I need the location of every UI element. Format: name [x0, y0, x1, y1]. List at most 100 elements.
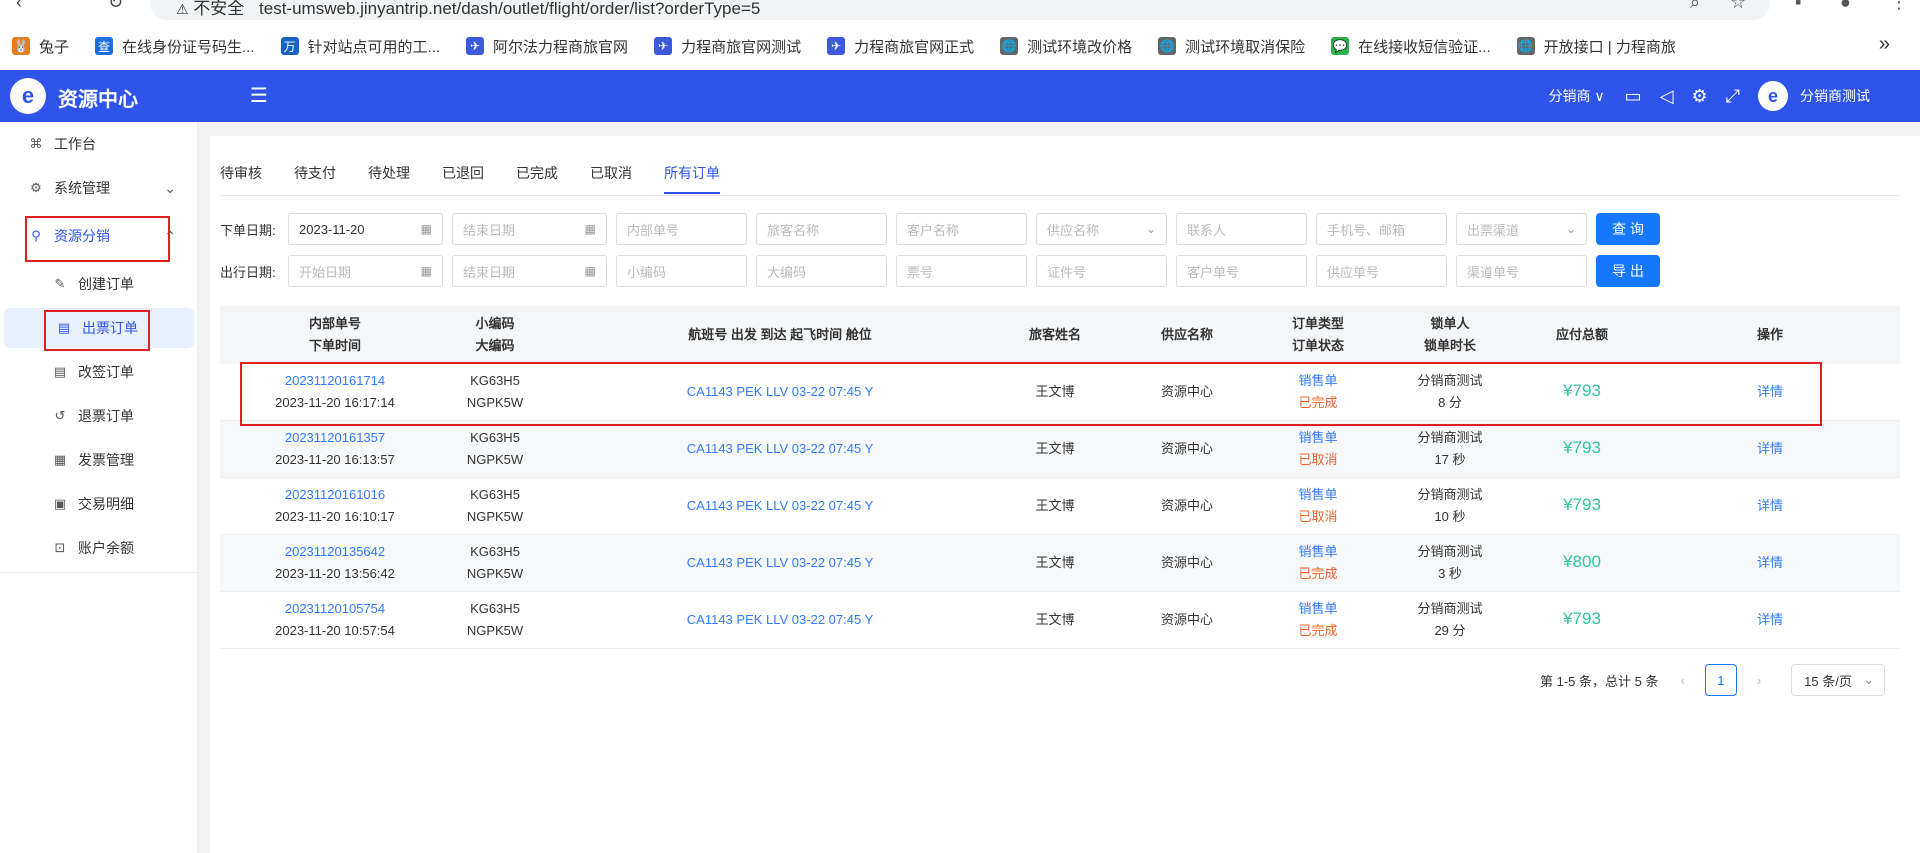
- flight-link[interactable]: CA1143 PEK LLV 03-22 07:45 Y: [640, 552, 920, 574]
- query-button[interactable]: 查 询: [1596, 213, 1660, 245]
- channel-no-input[interactable]: 渠道单号: [1456, 255, 1587, 287]
- star-icon[interactable]: ☆: [1730, 0, 1746, 13]
- inner-no-input[interactable]: 内部单号: [616, 213, 747, 245]
- ticket-no-input[interactable]: 票号: [896, 255, 1027, 287]
- detail-link[interactable]: 详情: [1720, 609, 1820, 631]
- sidebar-item-change-orders[interactable]: ▤ 改签订单: [0, 352, 198, 392]
- tab-0[interactable]: 待审核: [220, 164, 262, 194]
- cell-order-type: 销售单 已完成: [1268, 370, 1368, 414]
- sidebar-item-transactions[interactable]: ▣ 交易明细: [0, 484, 198, 524]
- user-name[interactable]: 分销商测试: [1800, 86, 1870, 106]
- bookmark-item[interactable]: ✈ 力程商旅官网正式: [827, 36, 974, 57]
- header-order-status: 订单状态: [1291, 338, 1344, 353]
- tab-1[interactable]: 待支付: [294, 164, 336, 194]
- sidebar-item-distribution[interactable]: ⚲ 资源分销 ⌃: [0, 216, 198, 256]
- sidebar-item-balance[interactable]: ⊡ 账户余额: [0, 528, 198, 568]
- monitor-icon[interactable]: ▭: [1625, 86, 1642, 107]
- sidebar-item-create-order[interactable]: ✎ 创建订单: [0, 264, 198, 304]
- travel-date-start-input[interactable]: 开始日期 ▦: [288, 255, 443, 287]
- inner-no-link[interactable]: 20231120161016: [260, 484, 410, 506]
- tab-2[interactable]: 待处理: [368, 164, 410, 194]
- header-locker: 锁单人: [1430, 316, 1470, 331]
- inner-no-link[interactable]: 20231120135642: [260, 541, 410, 563]
- bookmark-item[interactable]: 🌐 测试环境取消保险: [1158, 36, 1305, 57]
- phone-email-input[interactable]: 手机号、邮箱: [1316, 213, 1447, 245]
- bookmark-item[interactable]: ✈ 阿尔法力程商旅官网: [466, 36, 628, 57]
- address-text[interactable]: ⚠ 不安全 test-umsweb.jinyantrip.net/dash/ou…: [176, 0, 760, 19]
- flight-link[interactable]: CA1143 PEK LLV 03-22 07:45 Y: [640, 495, 920, 517]
- export-button[interactable]: 导 出: [1596, 255, 1660, 287]
- customer-input[interactable]: 客户名称: [896, 213, 1027, 245]
- profile-icon[interactable]: ●: [1840, 0, 1851, 13]
- customer-no-input[interactable]: 客户单号: [1176, 255, 1307, 287]
- cert-no-input[interactable]: 证件号: [1036, 255, 1167, 287]
- sidebar-item-invoice[interactable]: ▦ 发票管理: [0, 440, 198, 480]
- contact-input[interactable]: 联系人: [1176, 213, 1307, 245]
- passenger-input[interactable]: 旅客名称: [756, 213, 887, 245]
- tab-5[interactable]: 已取消: [590, 164, 632, 194]
- bookmarks-bar: 🐰 兔子 查在线身份证号码生... 万针对站点可用的工... ✈ 阿尔法力程商旅官网 ✈ 力程…: [0, 30, 1920, 62]
- detail-link[interactable]: 详情: [1720, 552, 1820, 574]
- page-number[interactable]: 1: [1704, 664, 1737, 696]
- inner-no-link[interactable]: 20231120161357: [260, 427, 410, 449]
- fullscreen-icon[interactable]: ⤢: [1726, 86, 1740, 107]
- extensions-icon[interactable]: ▪: [1795, 0, 1801, 13]
- detail-link[interactable]: 详情: [1720, 495, 1820, 517]
- gear-icon[interactable]: ⚙: [1691, 86, 1707, 107]
- inner-no-link[interactable]: 20231120105754: [260, 598, 410, 620]
- cell-locker: 分销商测试 8 分: [1400, 370, 1500, 414]
- travel-date-end-input[interactable]: 结束日期 ▦: [452, 255, 607, 287]
- bookmark-item[interactable]: 🌐 测试环境改价格: [1000, 36, 1132, 57]
- next-page-icon[interactable]: ›: [1757, 673, 1761, 688]
- bookmark-item[interactable]: 查在线身份证号码生...: [95, 36, 255, 57]
- search-icon[interactable]: ⌕: [1690, 0, 1700, 13]
- sidebar-item-refund-orders[interactable]: ↺ 退票订单: [0, 396, 198, 436]
- order-date-end-input[interactable]: 结束日期 ▦: [452, 213, 607, 245]
- prev-page-icon[interactable]: ‹: [1680, 673, 1684, 688]
- detail-link[interactable]: 详情: [1720, 381, 1820, 403]
- order-time: 2023-11-20 10:57:54: [275, 623, 395, 638]
- page-size-select[interactable]: 15 条/页 ⌄: [1791, 664, 1886, 696]
- flight-link[interactable]: CA1143 PEK LLV 03-22 07:45 Y: [640, 438, 920, 460]
- reload-icon[interactable]: ↻: [108, 0, 123, 13]
- channel-placeholder: 出票渠道: [1467, 222, 1520, 238]
- more-icon[interactable]: ⋮: [1890, 0, 1908, 13]
- sidebar-item-workbench[interactable]: ⌘ 工作台: [0, 124, 198, 164]
- inner-no-link[interactable]: 20231120161714: [260, 370, 410, 392]
- small-code-input[interactable]: 小编码: [616, 255, 747, 287]
- flight-link[interactable]: CA1143 PEK LLV 03-22 07:45 Y: [640, 609, 920, 631]
- cell-inner-no: 20231120135642 2023-11-20 13:56:42: [260, 541, 410, 585]
- sidebar-item-ticket-orders[interactable]: ▤ 出票订单: [4, 308, 194, 348]
- bookmark-item[interactable]: 💬 在线接收短信验证...: [1331, 36, 1491, 57]
- detail-link[interactable]: 详情: [1720, 438, 1820, 460]
- supplier-placeholder: 供应名称: [1047, 222, 1100, 238]
- calendar-icon: ▦: [420, 264, 432, 278]
- menu-toggle-icon[interactable]: ☰: [250, 83, 268, 108]
- small-code: KG63H5: [470, 373, 520, 388]
- header-order-type: 订单类型: [1291, 316, 1344, 331]
- speaker-icon[interactable]: ◁: [1660, 86, 1674, 107]
- refund-icon: ↺: [54, 408, 66, 423]
- bookmark-item[interactable]: 🌐 开放接口 | 力程商旅: [1516, 36, 1676, 57]
- supplier-no-input[interactable]: 供应单号: [1316, 255, 1447, 287]
- chevron-right-icon[interactable]: »: [1879, 33, 1890, 56]
- channel-select[interactable]: 出票渠道 ⌄: [1456, 213, 1587, 245]
- bookmark-item[interactable]: ✈ 力程商旅官网测试: [654, 36, 801, 57]
- header-lock-duration: 锁单时长: [1423, 338, 1476, 353]
- browser-toolbar: ‹ ↻ ⚠ 不安全 test-umsweb.jinyantrip.net/das…: [0, 0, 1920, 20]
- total-amount: ¥793: [1563, 438, 1601, 457]
- order-date-start-input[interactable]: 2023-11-20 ▦: [288, 213, 443, 245]
- big-code-input[interactable]: 大编码: [756, 255, 887, 287]
- tab-6[interactable]: 所有订单: [664, 164, 720, 194]
- supplier-select[interactable]: 供应名称 ⌄: [1036, 213, 1167, 245]
- sidebar-item-label: 资源分销: [54, 228, 110, 244]
- bookmark-item[interactable]: 万针对站点可用的工...: [280, 36, 440, 57]
- bookmark-item[interactable]: 🐰 兔子: [12, 36, 69, 57]
- tab-3[interactable]: 已退回: [442, 164, 484, 194]
- sidebar-item-system[interactable]: ⚙ 系统管理 ⌄: [0, 168, 198, 208]
- avatar[interactable]: e: [1758, 81, 1788, 111]
- back-icon[interactable]: ‹: [16, 0, 22, 13]
- role-select[interactable]: 分销商 ∨: [1548, 86, 1604, 106]
- flight-link[interactable]: CA1143 PEK LLV 03-22 07:45 Y: [640, 381, 920, 403]
- tab-4[interactable]: 已完成: [516, 164, 558, 194]
